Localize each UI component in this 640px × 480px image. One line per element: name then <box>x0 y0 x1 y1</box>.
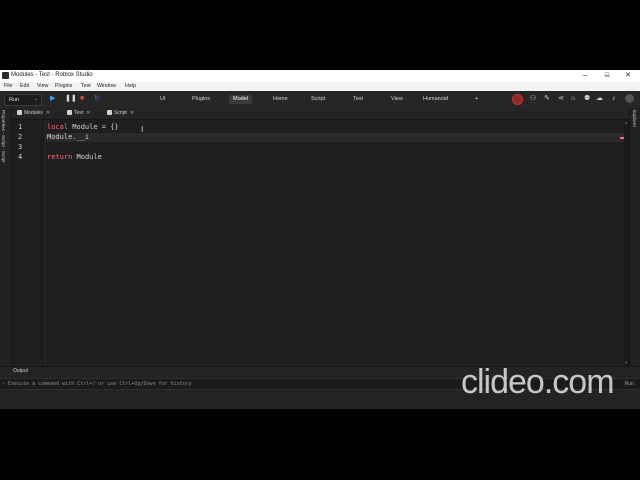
toolbar: Run ⌄ ▶ ❚❚ ■ ↻ UI Plugins Model Home Scr… <box>0 91 640 109</box>
doc-tab-label: Script <box>114 110 127 116</box>
menu-bar: File Edit View Plugins Test Window Help <box>0 82 640 91</box>
tab-view[interactable]: View <box>391 95 403 104</box>
loop-icon[interactable]: ↻ <box>94 95 100 103</box>
roblox-studio-logo-icon <box>2 72 9 79</box>
collaborate-icon[interactable]: ⚇ <box>530 95 536 103</box>
record-icon[interactable] <box>512 94 523 105</box>
run-mode-dropdown[interactable]: Run ⌄ <box>4 94 42 106</box>
cloud-icon[interactable]: ☁ <box>596 95 603 103</box>
tab-model[interactable]: Model <box>229 95 252 104</box>
run-mode-label: Run <box>9 96 20 103</box>
watermark: clideo.com <box>461 363 615 401</box>
title-bar: Modules - Test - Roblox Studio – – □ ✕ <box>0 70 640 82</box>
close-tab-icon[interactable]: ✕ <box>86 110 90 116</box>
stop-icon[interactable]: ■ <box>80 95 84 103</box>
maximize-button[interactable]: □ <box>596 70 618 82</box>
left-panel-label[interactable]: Properties · Script · Script <box>1 110 6 163</box>
pause-icon[interactable]: ❚❚ <box>65 95 77 103</box>
script-icon <box>107 110 112 116</box>
close-tab-icon[interactable]: ✕ <box>130 110 134 116</box>
share-icon[interactable]: ⋖ <box>558 95 564 103</box>
doc-tab-script[interactable]: Script ✕ <box>107 109 134 118</box>
code-line-2[interactable]: Module.__i <box>47 133 89 141</box>
asset-manager-icon[interactable]: ⌂ <box>571 95 575 103</box>
menu-help[interactable]: Help <box>125 83 136 89</box>
text-cursor-icon: I <box>141 125 144 134</box>
menu-view[interactable]: View <box>37 83 48 89</box>
tab-humanoid[interactable]: Humanoid <box>423 95 448 104</box>
close-tab-icon[interactable]: ✕ <box>46 110 50 116</box>
right-side-panel: Explorer <box>629 108 640 366</box>
menu-edit[interactable]: Edit <box>20 83 29 89</box>
code-text: Module <box>72 153 102 161</box>
tab-home[interactable]: Home <box>273 95 288 104</box>
line-number: 1 <box>18 123 23 131</box>
document-tabs: Modules ✕ Test ✕ Script ✕ <box>12 108 629 120</box>
add-tab-button[interactable]: + <box>475 95 478 104</box>
tab-test[interactable]: Test <box>353 95 363 104</box>
doc-tab-test[interactable]: Test ✕ <box>67 109 90 118</box>
tab-script[interactable]: Script <box>311 95 325 104</box>
keyword: local <box>47 123 69 131</box>
code-line-4[interactable]: return Module <box>47 153 102 161</box>
menu-file[interactable]: File <box>4 83 13 89</box>
tab-ui[interactable]: UI <box>160 95 166 104</box>
run-command-button[interactable]: Run <box>625 381 634 387</box>
doc-tab-label: Modules <box>24 110 43 116</box>
code-line-1[interactable]: local Module = {} <box>47 123 119 131</box>
line-number: 2 <box>18 133 23 141</box>
window-title: Modules - Test - Roblox Studio <box>11 72 93 78</box>
roblox-studio-window: Modules - Test - Roblox Studio – – □ ✕ F… <box>0 70 640 409</box>
keyword: return <box>47 153 73 161</box>
line-number: 3 <box>18 143 23 151</box>
command-input[interactable]: Execute a command with Ctrl+/ or use Ctr… <box>8 381 192 387</box>
chevron-down-icon: ⌄ <box>33 96 38 102</box>
output-label[interactable]: Output <box>13 368 28 374</box>
tab-plugins[interactable]: Plugins <box>192 95 210 104</box>
notification-bell-icon[interactable]: ♪ <box>612 95 616 103</box>
team-icon[interactable]: ⚉ <box>584 95 590 103</box>
script-icon <box>67 110 72 116</box>
line-number-gutter: 1 2 3 4 <box>12 120 46 365</box>
doc-tab-label: Test <box>74 110 84 116</box>
close-window-button[interactable]: ✕ <box>617 70 639 82</box>
explorer-panel-label[interactable]: Explorer <box>632 110 637 127</box>
minimize-button-alt[interactable]: – <box>574 70 596 82</box>
script-icon <box>17 110 22 116</box>
scroll-down-icon[interactable]: ▼ <box>624 360 628 365</box>
command-prompt-icon: › <box>2 380 6 387</box>
code-text: Module.__i <box>47 133 90 141</box>
code-text: Module = {} <box>68 123 119 131</box>
current-line-highlight <box>46 133 624 142</box>
left-side-panel: Properties · Script · Script <box>0 108 12 366</box>
menu-test[interactable]: Test <box>81 83 91 89</box>
script-editor[interactable]: 1 2 3 4 local Module = {} Module.__i ret… <box>12 120 627 365</box>
menu-plugins[interactable]: Plugins <box>55 83 72 89</box>
avatar[interactable] <box>625 94 634 103</box>
doc-tab-modules[interactable]: Modules ✕ <box>17 109 50 118</box>
line-number: 4 <box>18 153 23 161</box>
wand-icon[interactable]: ✎ <box>544 95 550 103</box>
play-icon[interactable]: ▶ <box>50 95 55 103</box>
menu-window[interactable]: Window <box>97 83 116 89</box>
scroll-up-icon[interactable]: ▲ <box>624 120 628 125</box>
